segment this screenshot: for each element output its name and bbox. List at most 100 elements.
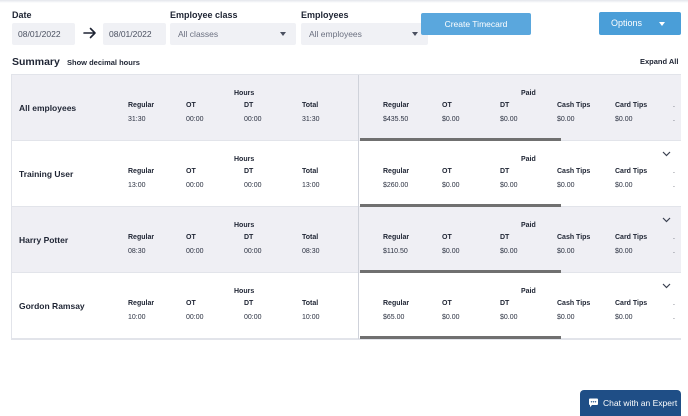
overflow-dot: . xyxy=(673,234,675,241)
overflow-dot: . xyxy=(673,102,675,109)
employee-class-value: All classes xyxy=(178,29,219,39)
hours-total-value: 13:00 xyxy=(302,182,320,189)
column-divider xyxy=(358,75,359,141)
paid-group-title: Paid xyxy=(521,222,536,229)
create-timecard-button[interactable]: Create Timecard xyxy=(421,13,531,35)
paid-ot-value: $0.00 xyxy=(442,248,460,255)
hours-regular-header: Regular xyxy=(128,168,155,175)
overflow-dot: . xyxy=(673,300,675,307)
paid-regular-header: Regular xyxy=(383,168,410,175)
paid-dt-header: DT xyxy=(500,168,510,175)
employees-label: Employees xyxy=(301,10,349,20)
paid-cash_tips-value: $0.00 xyxy=(557,314,575,321)
hours-ot-value: 00:00 xyxy=(186,116,204,123)
hours-total-value: 10:00 xyxy=(302,314,320,321)
paid-group-title: Paid xyxy=(521,288,536,295)
paid-dt-header: DT xyxy=(500,234,510,241)
employee-name: All employees xyxy=(19,103,77,113)
employee-name: Harry Potter xyxy=(19,235,69,245)
overflow-dot: . xyxy=(673,314,675,321)
hours-dt-header: DT xyxy=(244,102,254,109)
paid-card_tips-header: Card Tips xyxy=(615,102,648,109)
chat-with-expert-button[interactable]: Chat with an Expert xyxy=(580,390,681,416)
paid-dt-value: $0.00 xyxy=(500,314,518,321)
hours-total-value: 08:30 xyxy=(302,248,320,255)
hours-total-value: 31:30 xyxy=(302,116,320,123)
date-label: Date xyxy=(12,10,32,20)
hours-dt-header: DT xyxy=(244,234,254,241)
paid-cash_tips-header: Cash Tips xyxy=(557,102,591,109)
chevron-down-icon[interactable] xyxy=(662,151,671,157)
table-row[interactable]: All employees Hours Regular 31:30 OT 00:00 DT 0… xyxy=(12,75,681,141)
horizontal-scrollbar[interactable] xyxy=(360,336,561,339)
hours-total-header: Total xyxy=(302,102,319,109)
paid-card_tips-header: Card Tips xyxy=(615,234,648,241)
hours-dt-header: DT xyxy=(244,168,254,175)
hours-regular-value: 08:30 xyxy=(128,248,146,255)
paid-regular-header: Regular xyxy=(383,234,410,241)
overflow-dot: . xyxy=(673,168,675,175)
paid-ot-header: OT xyxy=(442,234,452,241)
paid-regular-value: $110.50 xyxy=(383,248,408,255)
paid-card_tips-value: $0.00 xyxy=(615,116,633,123)
paid-card_tips-header: Card Tips xyxy=(615,300,648,307)
hours-ot-value: 00:00 xyxy=(186,314,204,321)
table-row[interactable]: Harry Potter Hours Regular 08:30 OT 00:00 DT 00… xyxy=(12,207,681,273)
chat-bubble-icon xyxy=(589,398,598,408)
paid-regular-value: $65.00 xyxy=(383,314,405,321)
hours-ot-value: 00:00 xyxy=(186,248,204,255)
hours-ot-header: OT xyxy=(186,102,196,109)
paid-ot-header: OT xyxy=(442,168,452,175)
hours-ot-value: 00:00 xyxy=(186,182,204,189)
hours-total-header: Total xyxy=(302,234,319,241)
hours-group-title: Hours xyxy=(234,90,255,97)
top-shadow xyxy=(0,0,688,3)
employee-class-select[interactable]: All classes xyxy=(170,23,296,45)
paid-card_tips-header: Card Tips xyxy=(615,168,648,175)
hours-dt-value: 00:00 xyxy=(244,116,262,123)
paid-cash_tips-value: $0.00 xyxy=(557,116,575,123)
hours-total-header: Total xyxy=(302,300,319,307)
employee-class-label: Employee class xyxy=(170,10,238,20)
employee-name: Training User xyxy=(19,169,74,179)
paid-dt-header: DT xyxy=(500,102,510,109)
hours-ot-header: OT xyxy=(186,234,196,241)
caret-down-icon xyxy=(280,32,286,36)
employees-select[interactable]: All employees xyxy=(301,23,428,45)
table-row[interactable]: Gordon Ramsay Hours Regular 10:00 OT 00:00 DT 0… xyxy=(12,273,681,339)
paid-card_tips-value: $0.00 xyxy=(615,182,633,189)
caret-down-icon xyxy=(412,32,418,36)
hours-dt-header: DT xyxy=(244,300,254,307)
paid-card_tips-value: $0.00 xyxy=(615,314,633,321)
hours-ot-header: OT xyxy=(186,168,196,175)
paid-regular-value: $260.00 xyxy=(383,182,409,189)
show-decimal-hours-toggle[interactable]: Show decimal hours xyxy=(67,58,140,67)
hours-group-title: Hours xyxy=(234,288,255,295)
paid-ot-value: $0.00 xyxy=(442,182,460,189)
hours-group-title: Hours xyxy=(234,156,255,163)
expand-all-link[interactable]: Expand All xyxy=(640,57,678,66)
paid-cash_tips-header: Cash Tips xyxy=(557,168,591,175)
end-date-input[interactable]: 08/01/2022 xyxy=(103,23,166,45)
employee-name: Gordon Ramsay xyxy=(19,301,85,311)
hours-regular-value: 31:30 xyxy=(128,116,146,123)
hours-regular-header: Regular xyxy=(128,102,155,109)
table-row[interactable]: Training User Hours Regular 13:00 OT 00:00 DT 0… xyxy=(12,141,681,207)
options-button-label: Options xyxy=(611,18,643,28)
hours-regular-header: Regular xyxy=(128,234,155,241)
paid-ot-value: $0.00 xyxy=(442,116,460,123)
summary-title: Summary xyxy=(12,56,60,68)
filter-bar: Date 08/01/2022 08/01/2022 Employee clas… xyxy=(12,10,680,50)
paid-dt-value: $0.00 xyxy=(500,248,518,255)
paid-ot-header: OT xyxy=(442,300,452,307)
paid-cash_tips-header: Cash Tips xyxy=(557,234,591,241)
hours-dt-value: 00:00 xyxy=(244,314,262,321)
start-date-input[interactable]: 08/01/2022 xyxy=(12,23,75,45)
paid-cash_tips-value: $0.00 xyxy=(557,248,575,255)
paid-ot-value: $0.00 xyxy=(442,314,460,321)
options-button[interactable]: Options xyxy=(599,12,681,35)
chevron-down-icon[interactable] xyxy=(662,283,671,289)
paid-cash_tips-header: Cash Tips xyxy=(557,300,591,307)
chevron-down-icon[interactable] xyxy=(662,217,671,223)
paid-cash_tips-value: $0.00 xyxy=(557,182,575,189)
